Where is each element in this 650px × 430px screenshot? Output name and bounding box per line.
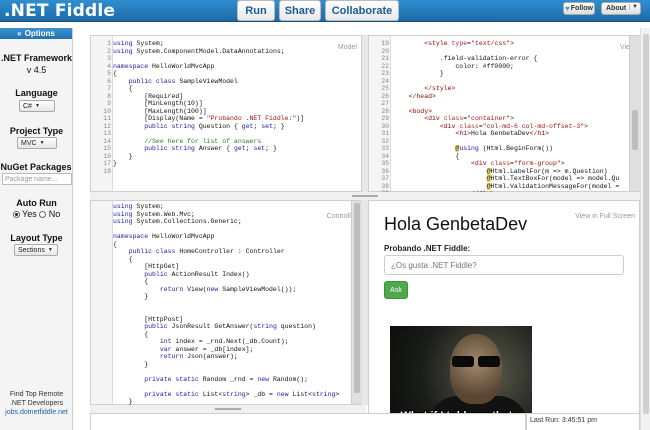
options-header[interactable]: « Options <box>0 28 72 39</box>
caret-down-icon: ▼ <box>34 103 40 109</box>
auto-run-yes-radio[interactable] <box>12 211 20 219</box>
meme-figure-face <box>450 334 502 404</box>
layout-type-select-value: Sections <box>18 246 45 254</box>
follow-label: Follow <box>570 5 593 12</box>
caret-down-icon: ▼ <box>39 140 45 146</box>
promo-link[interactable]: jobs.dotnetfiddle.net <box>0 408 73 417</box>
twitter-follow-button[interactable]: ♥ Follow <box>563 2 595 15</box>
view-code[interactable]: <style type="text/css"> .field-validatio… <box>393 40 637 198</box>
grip-handle[interactable] <box>215 408 241 410</box>
view-scrollbar[interactable] <box>629 36 640 191</box>
auto-run-yes-label: Yes <box>22 209 37 219</box>
chevron-left-icon: « <box>17 29 22 38</box>
question-input[interactable]: ¿Os gusta .NET Fiddle? <box>384 255 624 275</box>
line-numbers: 1 2 3 4 5 6 7 8 9 10 11 12 13 14 15 16 1… <box>103 40 111 175</box>
line-gutter: 1 2 3 4 5 6 7 8 9 10 11 12 13 14 15 16 1… <box>91 36 113 191</box>
output-heading: Hola GenbetaDev <box>384 214 528 234</box>
run-stats-panel: Last Run: 3:45:51 pm <box>526 413 640 430</box>
horizontal-splitter[interactable] <box>90 405 366 413</box>
model-tag: Model <box>337 44 357 51</box>
language-select[interactable]: C# ▼ <box>19 100 55 112</box>
chevron-down-icon: ▼ <box>629 4 638 10</box>
full-screen-link[interactable]: View in Full Screen <box>575 213 635 220</box>
auto-run-no-radio[interactable] <box>39 211 47 219</box>
project-type-label: Project Type <box>9 126 64 136</box>
caret-down-icon: ▼ <box>47 247 53 253</box>
grip-handle[interactable] <box>352 195 378 197</box>
model-editor-panel[interactable]: 1 2 3 4 5 6 7 8 9 10 11 12 13 14 15 16 1… <box>90 35 362 192</box>
view-editor-panel[interactable]: 19 20 21 22 23 24 25 26 27 28 29 30 31 3… <box>368 35 640 212</box>
question-label: Probando .NET Fiddle: <box>384 244 471 253</box>
twitter-bird-icon: ♥ <box>565 4 570 13</box>
scroll-thumb[interactable] <box>643 34 649 414</box>
language-label: Language <box>15 88 58 98</box>
app-logo: .NET Fiddle <box>4 1 116 21</box>
promo-line-1: Find Top Remote <box>9 391 64 398</box>
horizontal-splitter[interactable] <box>90 192 640 200</box>
top-bar: .NET Fiddle Run Share Collaborate ♥ Foll… <box>0 0 650 22</box>
model-code[interactable]: using System; using System.ComponentMode… <box>113 40 304 168</box>
share-button[interactable]: Share <box>279 0 321 21</box>
sunglasses-icon <box>452 356 500 367</box>
promo-line-2: .NET Developers <box>9 400 64 407</box>
options-sidebar: « Options .NET Framework v 4.5 Language … <box>0 28 73 430</box>
nuget-search-input[interactable]: Package name... <box>2 173 72 185</box>
about-label: About <box>606 5 627 12</box>
framework-label: .NET Framework <box>0 53 73 63</box>
nuget-label-text: NuGet Packages <box>0 162 72 172</box>
last-run-label: Last Run: 3:45:51 pm <box>530 417 597 424</box>
collaborate-button[interactable]: Collaborate <box>325 0 399 21</box>
promo-link-text[interactable]: jobs.dotnetfiddle.net <box>5 409 68 416</box>
project-type-select[interactable]: MVC ▼ <box>17 137 57 149</box>
controller-scrollbar[interactable] <box>351 201 362 404</box>
controller-editor-panel[interactable]: Controller using System; using System.We… <box>90 200 362 413</box>
language-select-value: C# <box>23 102 32 110</box>
page-scrollbar[interactable] <box>640 28 650 430</box>
auto-run-no-label: No <box>48 209 61 219</box>
line-numbers: 19 20 21 22 23 24 25 26 27 28 29 30 31 3… <box>381 40 389 212</box>
console-panel[interactable] <box>90 413 526 430</box>
layout-type-select[interactable]: Sections ▼ <box>14 244 58 256</box>
layout-type-label: Layout Type <box>10 233 63 243</box>
scroll-thumb[interactable] <box>632 110 638 150</box>
run-button[interactable]: Run <box>237 0 275 21</box>
auto-run-options: Yes No <box>0 209 73 219</box>
framework-value: v 4.5 <box>26 65 47 75</box>
line-gutter <box>91 201 113 404</box>
about-dropdown[interactable]: About ▼ <box>601 2 641 15</box>
controller-code[interactable]: using System; using System.Web.Mvc; usin… <box>113 203 351 413</box>
scroll-thumb[interactable] <box>354 203 360 393</box>
project-type-select-value: MVC <box>21 139 37 147</box>
auto-run-label: Auto Run <box>16 198 57 208</box>
ask-button[interactable]: Ask <box>384 281 408 299</box>
line-gutter: 19 20 21 22 23 24 25 26 27 28 29 30 31 3… <box>369 36 391 212</box>
options-header-label: Options <box>24 29 55 38</box>
